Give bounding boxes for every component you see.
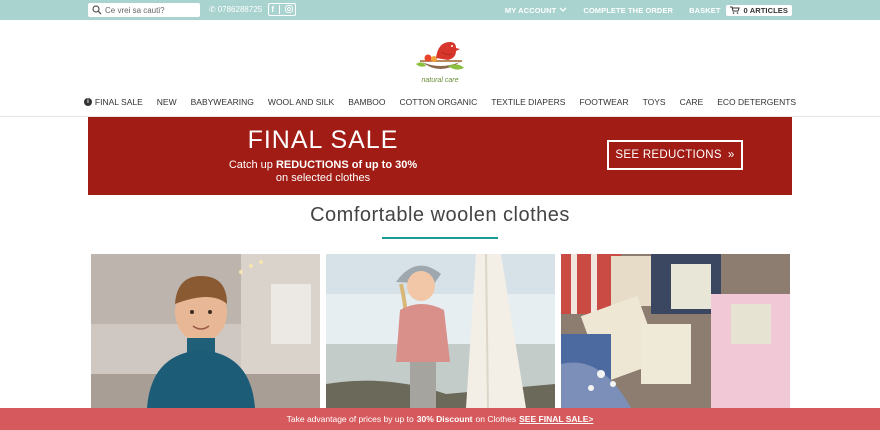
banner-subtitle: Catch up REDUCTIONS of up to 30% on sele…	[88, 159, 558, 185]
promo-bar: Take advantage of prices by up to 30% Di…	[0, 408, 880, 430]
section-title: Comfortable woolen clothes	[310, 204, 570, 226]
site-logo[interactable]: natural care	[410, 32, 470, 88]
product-image-boy-sweater[interactable]	[91, 254, 320, 408]
basket-count: 0 ARTICLES	[725, 4, 792, 16]
products-photo	[561, 254, 790, 408]
social-links: f	[268, 3, 296, 16]
top-links: MY ACCOUNT COMPLETE THE ORDER BASKET 0 A…	[505, 0, 792, 20]
banner-sub-line2: on selected clothes	[275, 172, 371, 184]
basket-label: BASKET	[689, 5, 721, 15]
instagram-icon[interactable]	[284, 4, 293, 15]
girl-photo	[326, 254, 555, 408]
basket-count-text: 0 ARTICLES	[743, 5, 788, 15]
logo-text: natural care	[421, 77, 459, 84]
cart-icon	[729, 6, 740, 14]
nav-item-cotton-organic[interactable]: COTTON ORGANIC	[400, 97, 478, 107]
facebook-icon[interactable]: f	[271, 5, 274, 14]
nav-item-toys[interactable]: TOYS	[643, 97, 666, 107]
title-underline	[382, 237, 498, 239]
main-nav: i FINAL SALE NEW BABYWEARING WOOL AND SI…	[0, 97, 880, 107]
complete-order-link[interactable]: COMPLETE THE ORDER	[583, 6, 673, 15]
search-box[interactable]	[88, 3, 200, 17]
see-reductions-button[interactable]: SEE REDUCTIONS »	[607, 140, 743, 170]
nav-item-eco-detergents[interactable]: ECO DETERGENTS	[717, 97, 796, 107]
promo-middle: on Clothes	[475, 414, 517, 424]
banner-title: FINAL SALE	[247, 126, 399, 154]
double-chevron-right-icon: »	[727, 149, 735, 161]
banner-sub-prefix: Catch up	[228, 159, 276, 171]
banner-sub-bold: REDUCTIONS of up to 30%	[275, 159, 418, 171]
my-account-label: MY ACCOUNT	[504, 5, 557, 15]
nav-label: FINAL SALE	[94, 97, 143, 107]
search-input[interactable]	[105, 5, 197, 15]
my-account-link[interactable]: MY ACCOUNT	[505, 6, 567, 15]
nav-item-wool-and-silk[interactable]: WOOL AND SILK	[268, 97, 334, 107]
see-final-sale-link[interactable]: SEE FINAL SALE>	[519, 414, 593, 424]
boy-photo	[91, 254, 320, 408]
nav-item-new[interactable]: NEW	[157, 97, 177, 107]
search-icon	[92, 5, 102, 15]
nav-item-bamboo[interactable]: BAMBOO	[348, 97, 385, 107]
top-bar: ✆ 0786288725 f MY ACCOUNT COMPLETE THE O…	[0, 0, 880, 20]
nav-item-textile-diapers[interactable]: TEXTILE DIAPERS	[491, 97, 565, 107]
basket-link[interactable]: BASKET 0 ARTICLES	[689, 4, 792, 16]
info-icon: i	[83, 98, 92, 106]
phone-icon: ✆	[209, 5, 216, 14]
nav-item-babywearing[interactable]: BABYWEARING	[191, 97, 254, 107]
promo-discount: 30% Discount	[416, 414, 473, 424]
final-sale-banner[interactable]: FINAL SALE Catch up REDUCTIONS of up to …	[88, 117, 792, 195]
see-reductions-label: SEE REDUCTIONS	[615, 149, 722, 161]
nav-item-final-sale[interactable]: i FINAL SALE	[83, 97, 143, 107]
bird-logo-icon	[416, 42, 464, 70]
phone-number[interactable]: ✆ 0786288725	[209, 5, 262, 14]
nav-item-footwear[interactable]: FOOTWEAR	[579, 97, 628, 107]
product-image-girl-jacket[interactable]	[326, 254, 555, 408]
product-image-wool-products[interactable]	[561, 254, 790, 408]
promo-prefix: Take advantage of prices by up to	[286, 414, 414, 424]
nav-item-care[interactable]: CARE	[680, 97, 704, 107]
phone-text: 0786288725	[217, 5, 263, 14]
chevron-down-icon	[559, 7, 567, 12]
